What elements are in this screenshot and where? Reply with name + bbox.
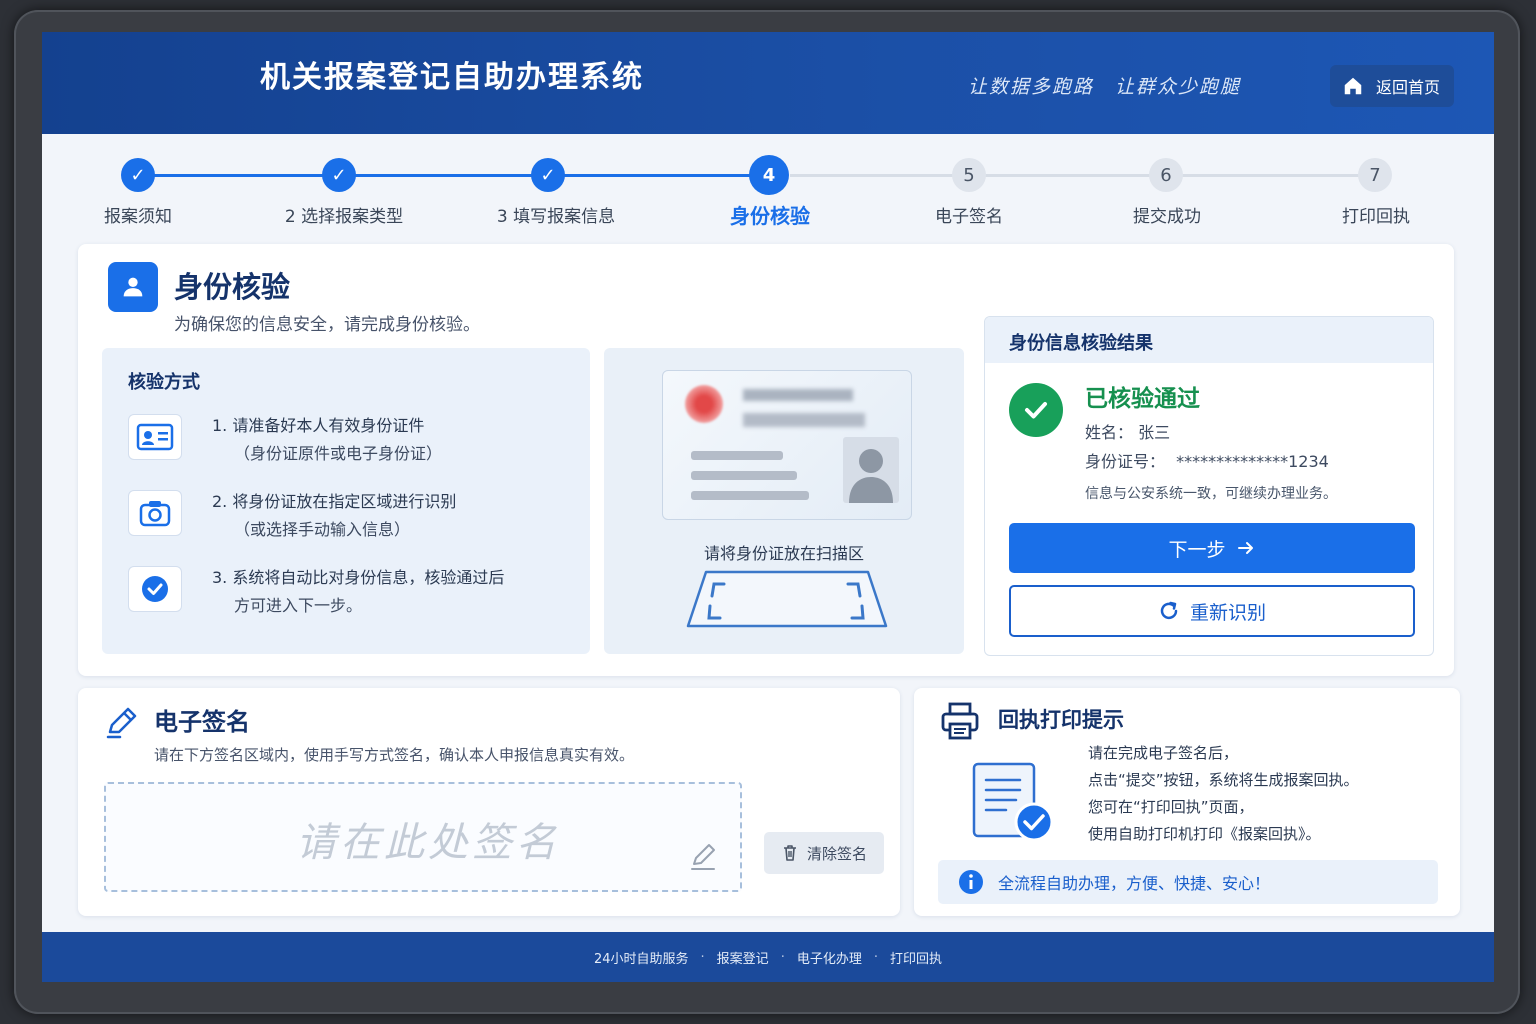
method-item-1: 1. 请准备好本人有效身份证件 （身份证原件或电子身份证） [128,412,568,472]
clear-signature-button[interactable]: 清除签名 [764,832,884,874]
blurred-text-1 [743,389,853,401]
print-instructions: 请在完成电子签名后， 点击“提交”按钮，系统将生成报案回执。 您可在“打印回执”… [1088,740,1359,848]
step-1-check-icon: ✓ [121,158,155,192]
step-4-label: 身份核验 [730,204,810,228]
print-line-2: 点击“提交”按钮，系统将生成报案回执。 [1088,771,1359,789]
emblem-blur [685,385,723,423]
footer-item-3: 电子化办理 [796,951,862,967]
blurred-line-1 [691,451,783,460]
kiosk-screen: 机关报案登记自助办理系统 让数据多跑路 让群众少跑腿 返回首页 ✓ 报案须知 ✓… [42,32,1494,982]
app-title: 机关报案登记自助办理系统 [260,60,644,95]
printer-icon [941,702,979,740]
method-item-3: 3. 系统将自动比对身份信息，核验通过后 方可进入下一步。 [128,564,568,624]
scan-hint: 请将身份证放在扫描区 [703,544,864,563]
clear-signature-label: 清除签名 [806,844,867,863]
id-scan-panel: 请将身份证放在扫描区 [604,348,964,654]
check-icon [128,566,182,612]
id-card-icon [128,414,182,460]
footer-item-1: 24小时自助服务 [593,951,689,967]
app-header: 机关报案登记自助办理系统 让数据多跑路 让群众少跑腿 返回首页 [42,32,1494,134]
step-line-complete [154,174,754,177]
step-2-check-icon: ✓ [322,158,356,192]
print-line-4: 使用自助打印机打印《报案回执》。 [1088,825,1321,843]
footer-bar: 24小时自助服务 · 报案登记 · 电子化办理 · 打印回执 [42,932,1494,982]
camera-icon [128,490,182,536]
id-card-preview [662,370,912,520]
result-note: 信息与公安系统一致，可继续办理业务。 [1085,486,1337,502]
method-2-text: 2. 将身份证放在指定区域进行识别 [212,492,457,511]
info-icon [959,870,983,894]
step-6-number: 6 [1149,158,1183,192]
blurred-line-3 [691,491,809,500]
result-status: 已核验通过 [1085,386,1200,412]
name-value: 张三 [1138,423,1171,442]
arrow-right-icon [1237,542,1253,554]
step-1-label: 报案须知 [104,207,172,227]
method-3-subtext: 方可进入下一步。 [234,596,363,615]
verification-method-panel: 核验方式 1. 请准备好本人有效身份证件 （身份证原件或电子身份证） 2. 将身… [102,348,590,654]
pen-icon [106,707,137,739]
step-6-label: 提交成功 [1133,207,1201,227]
e-signature-card: 电子签名 请在下方签名区域内，使用手写方式签名，确认本人申报信息真实有效。 请在… [78,688,900,916]
verify-title: 身份核验 [174,270,291,304]
progress-stepper: ✓ 报案须知 ✓ 2 选择报案类型 ✓ 3 填写报案信息 4 身份核验 5 电子… [42,150,1494,240]
footer-item-2: 报案登记 [716,951,769,967]
scan-area-icon [686,570,888,628]
footer-item-4: 打印回执 [889,951,942,967]
step-3-check-icon: ✓ [531,158,565,192]
name-label: 姓名： [1085,423,1134,442]
trash-icon [783,845,796,861]
method-2-subtext: （或选择手动输入信息） [234,520,411,539]
method-3-text: 3. 系统将自动比对身份信息，核验通过后 [212,568,505,587]
re-recognize-button[interactable]: 重新识别 [1009,585,1415,637]
signature-subtitle: 请在下方签名区域内，使用手写方式签名，确认本人申报信息真实有效。 [154,746,635,764]
signature-pad[interactable]: 请在此处签名 [104,782,742,892]
success-check-icon [1009,383,1063,437]
verify-subtitle: 为确保您的信息安全，请完成身份核验。 [174,315,480,335]
step-4-number: 4 [749,155,789,195]
step-3-label: 3 填写报案信息 [496,207,616,227]
print-line-3: 您可在“打印回执”页面， [1088,798,1254,816]
portrait-icon [843,437,899,503]
step-5-number: 5 [952,158,986,192]
signature-title: 电子签名 [154,708,250,736]
result-title: 身份信息核验结果 [985,317,1433,363]
re-recognize-label: 重新识别 [1189,601,1266,624]
identity-verification-card: 身份核验 为确保您的信息安全，请完成身份核验。 核验方式 1. 请准备好本人有效… [78,244,1454,676]
slogan: 让数据多跑路 让群众少跑腿 [968,76,1242,98]
receipt-print-card: 回执打印提示 请在完成电子签名后， 点击“提交”按钮，系统将生成报案回执。 您可… [914,688,1460,916]
home-button-label: 返回首页 [1376,78,1441,97]
id-number-value: **************1234 [1176,452,1329,471]
receipt-check-icon [972,762,1054,842]
signature-placeholder: 请在此处签名 [296,820,560,866]
home-icon [1344,77,1362,95]
step-5-label: 电子签名 [935,207,1003,227]
next-step-button[interactable]: 下一步 [1009,523,1415,573]
step-7-label: 打印回执 [1342,207,1410,227]
blurred-text-2 [743,413,865,427]
tip-bar: 全流程自助办理，方便、快捷、安心！ [938,860,1438,904]
method-item-2: 2. 将身份证放在指定区域进行识别 （或选择手动输入信息） [128,488,568,548]
refresh-icon [1160,601,1178,620]
print-line-1: 请在完成电子签名后， [1088,744,1239,762]
step-2-label: 2 选择报案类型 [284,207,404,227]
print-title: 回执打印提示 [998,708,1124,732]
method-title: 核验方式 [128,372,200,393]
user-icon [108,262,158,312]
method-1-text: 1. 请准备好本人有效身份证件 [212,416,425,435]
blurred-line-2 [691,471,797,480]
next-step-label: 下一步 [1168,538,1226,561]
method-1-subtext: （身份证原件或电子身份证） [234,444,443,463]
tip-text: 全流程自助办理，方便、快捷、安心！ [998,874,1271,893]
verification-result-panel: 身份信息核验结果 已核验通过 姓名： 张三 身份证号： ************… [984,316,1434,656]
home-button[interactable]: 返回首页 [1330,65,1454,107]
step-7-number: 7 [1358,158,1392,192]
pencil-icon [691,844,715,870]
step-line-pending [790,174,1360,177]
id-number-label: 身份证号： [1085,452,1166,471]
